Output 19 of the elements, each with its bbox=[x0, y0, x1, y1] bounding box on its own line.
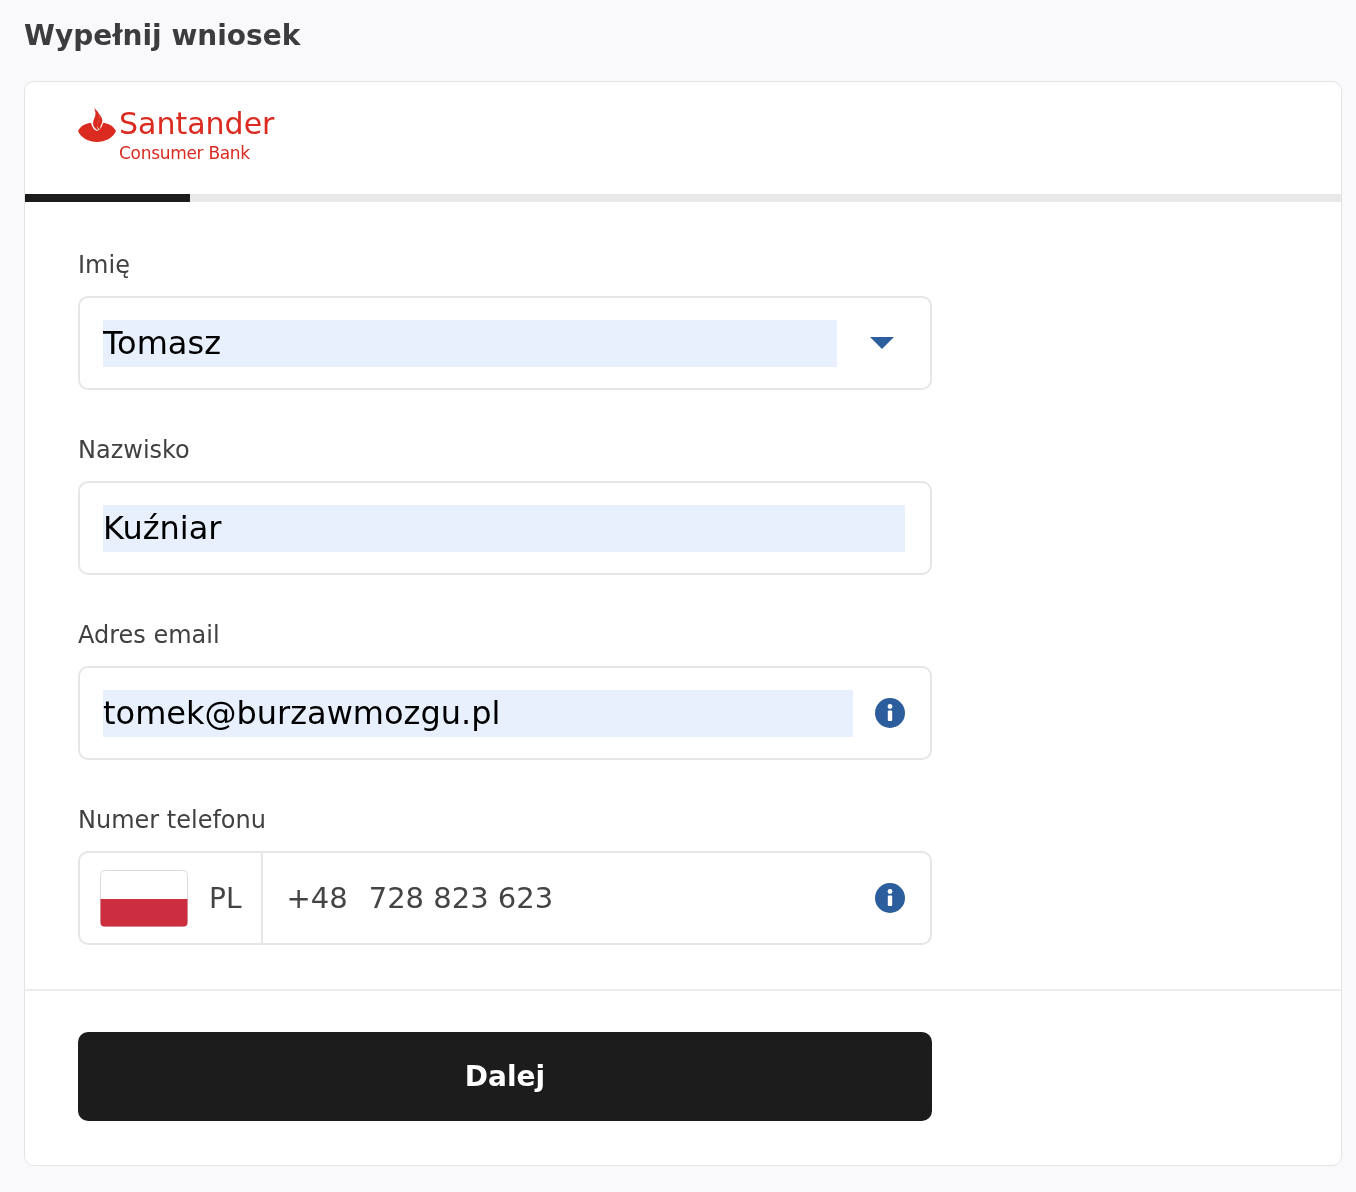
next-button[interactable]: Dalej bbox=[78, 1032, 932, 1121]
country-select[interactable]: PL bbox=[80, 853, 264, 943]
brand-name: Santander bbox=[119, 106, 275, 142]
input-field[interactable]: tomek@burzawmozgu.pl bbox=[78, 666, 932, 760]
flag-icon bbox=[100, 869, 188, 927]
info-icon[interactable] bbox=[875, 883, 905, 913]
field-label: Imię bbox=[78, 250, 130, 280]
field-label: Numer telefonu bbox=[78, 805, 266, 835]
flame-icon bbox=[78, 108, 116, 142]
input-field[interactable]: Kuźniar bbox=[78, 481, 932, 575]
phone-field[interactable]: PL +48 728 823 623 bbox=[78, 851, 932, 945]
brand-subtitle: Consumer Bank bbox=[119, 142, 250, 164]
dropdown-field[interactable]: Tomasz bbox=[78, 296, 932, 390]
field-label: Adres email bbox=[78, 620, 220, 650]
info-icon[interactable] bbox=[875, 698, 905, 728]
field-label: Nazwisko bbox=[78, 435, 190, 465]
dial-code: +48 bbox=[286, 881, 348, 915]
caret-icon[interactable] bbox=[870, 337, 894, 349]
page-title: Wypełnij wniosek bbox=[24, 18, 301, 54]
